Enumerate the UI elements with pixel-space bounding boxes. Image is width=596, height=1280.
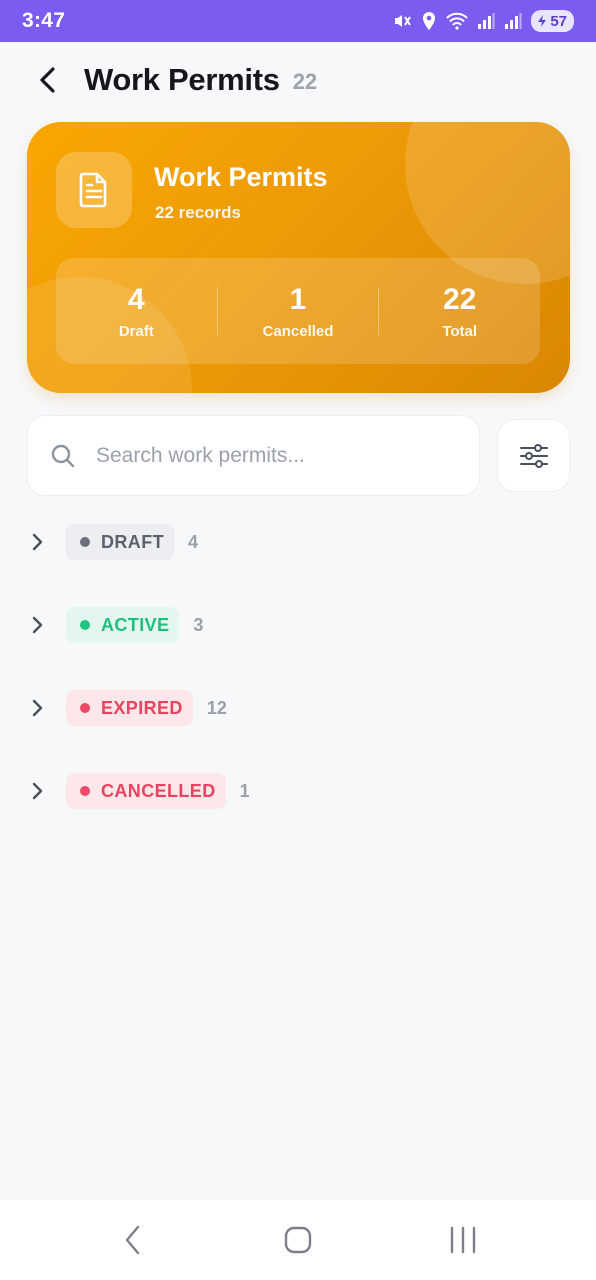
title-count: 22 xyxy=(292,69,318,94)
chevron-right-icon xyxy=(31,781,47,801)
back-arrow-icon xyxy=(40,67,55,93)
stat-label: Cancelled xyxy=(262,322,334,340)
signal-icon xyxy=(477,12,495,30)
signal-icon xyxy=(504,12,522,30)
location-icon xyxy=(421,11,437,31)
wifi-icon xyxy=(446,12,469,30)
group-count: 4 xyxy=(188,531,199,552)
stat-label: Total xyxy=(442,322,478,340)
status-dot xyxy=(80,620,90,630)
group-count: 3 xyxy=(193,614,204,635)
status-label: DRAFT xyxy=(101,531,164,552)
mute-icon xyxy=(392,11,412,31)
chevron-right-icon xyxy=(31,532,47,552)
back-nav-icon[interactable] xyxy=(103,1210,163,1270)
group-cancelled[interactable]: CANCELLED 1 xyxy=(0,769,596,813)
sliders-icon xyxy=(519,443,548,468)
status-label: CANCELLED xyxy=(101,780,216,801)
home-nav-icon[interactable] xyxy=(268,1210,328,1270)
chevron-right-icon xyxy=(31,615,47,635)
system-nav-bar xyxy=(0,1200,596,1280)
group-count: 12 xyxy=(206,697,227,718)
status-dot xyxy=(80,703,90,713)
document-icon xyxy=(56,152,132,228)
search-bar[interactable] xyxy=(27,415,480,496)
status-dot xyxy=(80,537,90,547)
page-title: Work Permits xyxy=(84,62,280,97)
stat-value: 4 xyxy=(127,282,145,316)
status-chip: EXPIRED xyxy=(66,690,193,726)
status-icons: 57 xyxy=(392,10,574,32)
group-count: 1 xyxy=(239,780,250,801)
status-chip: CANCELLED xyxy=(66,773,226,809)
status-dot xyxy=(80,786,90,796)
header: Work Permits 22 xyxy=(0,42,596,118)
battery-icon: 57 xyxy=(531,10,574,32)
status-bar: 3:47 57 xyxy=(0,0,596,42)
status-label: ACTIVE xyxy=(101,614,170,635)
stat-value: 22 xyxy=(442,282,477,316)
stat-value: 1 xyxy=(289,282,307,316)
recents-nav-icon[interactable] xyxy=(433,1210,493,1270)
status-chip: DRAFT xyxy=(66,524,174,560)
group-expired[interactable]: EXPIRED 12 xyxy=(0,686,596,730)
summary-stats: 4 Draft 1 Cancelled 22 Total xyxy=(56,258,540,364)
battery-level: 57 xyxy=(550,12,567,30)
summary-subtitle: 22 records xyxy=(155,203,241,222)
search-icon xyxy=(51,444,75,467)
status-time: 3:47 xyxy=(22,9,66,32)
chevron-right-icon xyxy=(31,698,47,718)
status-chip: ACTIVE xyxy=(66,607,180,643)
back-button[interactable] xyxy=(34,66,62,94)
status-label: EXPIRED xyxy=(101,697,183,718)
summary-card: Work Permits 22 records 4 Draft 1 Cancel… xyxy=(27,122,570,393)
group-draft[interactable]: DRAFT 4 xyxy=(0,520,596,564)
stat-label: Draft xyxy=(118,322,154,340)
stat-draft: 4 Draft xyxy=(56,283,217,340)
stat-total: 22 Total xyxy=(379,283,540,340)
stat-cancelled: 1 Cancelled xyxy=(218,283,379,340)
summary-title: Work Permits xyxy=(154,162,328,192)
filter-button[interactable] xyxy=(497,419,570,492)
group-active[interactable]: ACTIVE 3 xyxy=(0,603,596,647)
search-input[interactable] xyxy=(96,443,426,468)
